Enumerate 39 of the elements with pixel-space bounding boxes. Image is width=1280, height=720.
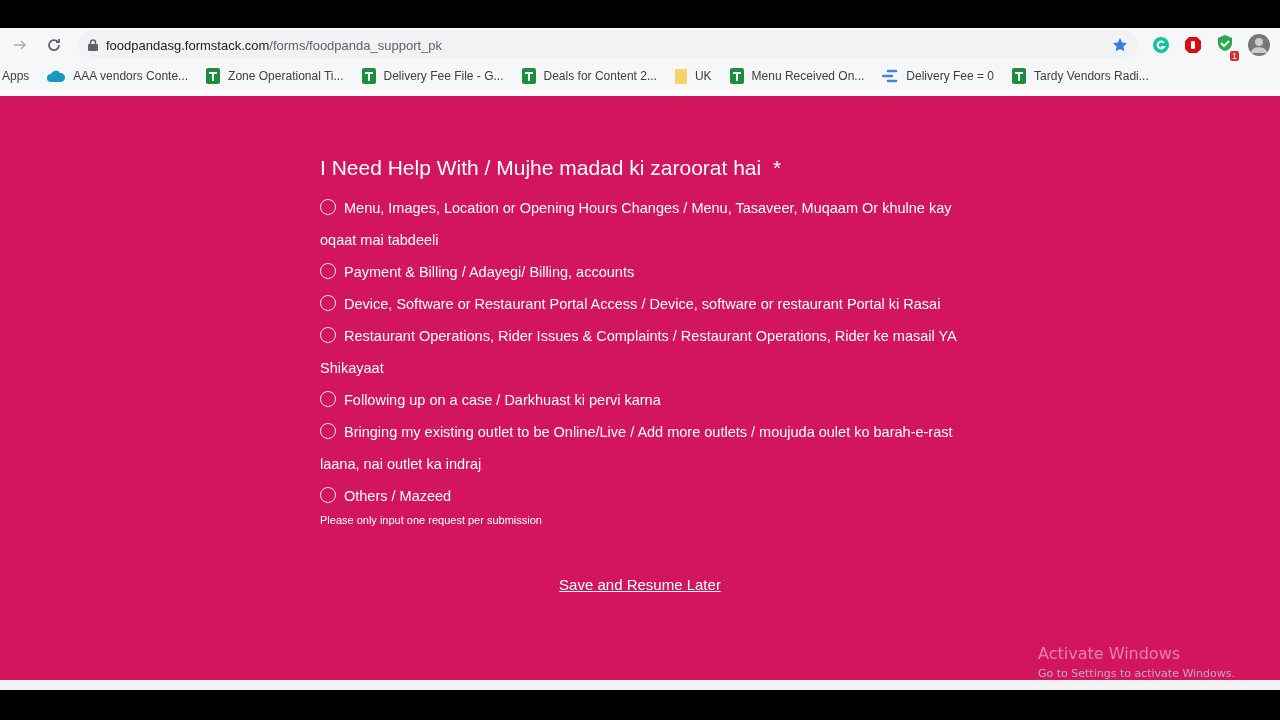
bookmark-item[interactable]: Menu Received On... xyxy=(729,68,865,84)
cloud-icon xyxy=(47,70,66,82)
address-bar[interactable]: foodpandasg.formstack.com/forms/foodpanda_support_pk xyxy=(78,31,1138,59)
bookmark-item[interactable]: Tardy Vendors Radi... xyxy=(1012,68,1149,84)
note-icon xyxy=(674,68,687,84)
bookmark-item[interactable]: Delivery Fee = 0 xyxy=(882,69,995,83)
save-link[interactable]: Save and Resume Later xyxy=(559,576,721,593)
spreadsheet-icon xyxy=(729,68,744,84)
bookmark-item[interactable]: Delivery Fee File - G... xyxy=(361,68,504,84)
radio-option[interactable]: Others / Mazeed xyxy=(320,480,960,512)
activation-title: Activate Windows xyxy=(1038,644,1182,663)
radio-option[interactable]: Bringing my existing outlet to be Online/Live / Add more outlets / moujuda oulet ko barah-e-rast laana, nai outlet ka indraj xyxy=(320,416,960,480)
spreadsheet-icon xyxy=(206,68,221,84)
shield-check-icon[interactable] xyxy=(1216,34,1234,52)
radio-option[interactable]: Following up on a case / Darkhuast ki pervi karna xyxy=(320,384,960,416)
radio-option[interactable]: Restaurant Operations, Rider Issues & Complaints / Restaurant Operations, Rider ke masail YA Shikayaat xyxy=(320,320,960,384)
stop-hand-icon[interactable] xyxy=(1184,36,1202,54)
question-title: I Need Help With / Mujhe madad ki zaroorat hai * xyxy=(320,156,783,180)
bookmark-item[interactable]: Zone Operational Ti... xyxy=(206,68,344,84)
flow-icon xyxy=(882,69,899,83)
url-text: foodpandasg.formstack.com/forms/foodpanda_support_pk xyxy=(106,37,443,53)
notification-count: 1 xyxy=(1230,51,1239,61)
star-icon[interactable] xyxy=(1112,37,1128,53)
bookmark-item[interactable]: Deals for Content 2... xyxy=(521,68,657,84)
bookmark-item[interactable]: AAA vendors Conte... xyxy=(47,69,189,83)
radio-option[interactable]: Payment & Billing / Adayegi/ Billing, accounts xyxy=(320,256,960,288)
bookmark-item[interactable]: UK xyxy=(674,68,712,84)
lock-icon xyxy=(88,39,98,51)
spreadsheet-icon xyxy=(361,68,376,84)
radio-option[interactable]: Menu, Images, Location or Opening Hours Changes / Menu, Tasaveer, Muqaam Or khulne kay oqaat mai tabdeeli xyxy=(320,192,960,256)
spreadsheet-icon xyxy=(1012,68,1027,84)
bookmark-item[interactable]: Apps xyxy=(2,69,30,83)
activation-subtitle: Go to Settings to activate Windows. xyxy=(1038,667,1236,680)
reload-icon[interactable] xyxy=(46,37,62,53)
hint-text: Please only input one request per submission xyxy=(320,514,543,526)
radio-option[interactable]: Device, Software or Restaurant Portal Access / Device, software or restaurant Portal ki Rasai xyxy=(320,288,960,320)
spreadsheet-icon xyxy=(521,68,536,84)
extension-icon[interactable] xyxy=(1152,36,1170,54)
avatar-icon[interactable] xyxy=(1248,34,1270,56)
